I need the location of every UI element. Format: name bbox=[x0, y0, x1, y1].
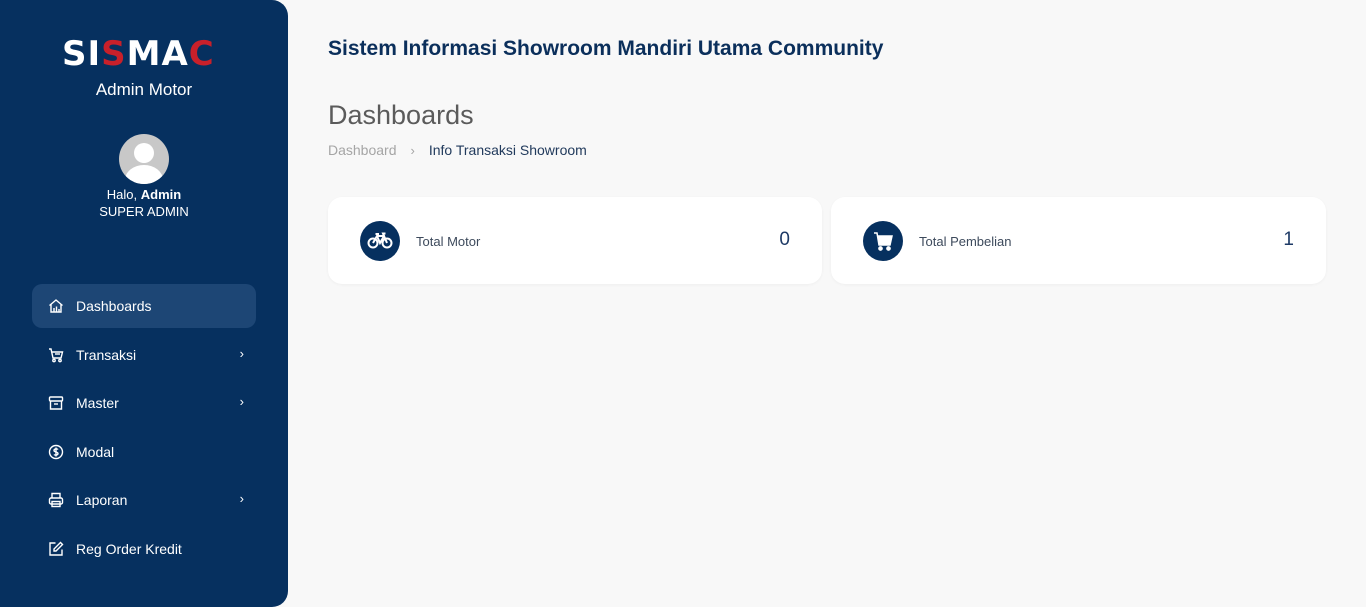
chevron-right-icon: › bbox=[239, 346, 244, 361]
sidebar-item-dashboards[interactable]: Dashboards bbox=[32, 284, 256, 328]
stat-icon-wrapper bbox=[863, 221, 903, 261]
app-title: Sistem Informasi Showroom Mandiri Utama … bbox=[328, 37, 884, 60]
sidebar-item-transaksi[interactable]: Transaksi › bbox=[32, 333, 256, 377]
stat-label: Total Pembelian bbox=[919, 234, 1012, 249]
brand-logo[interactable]: SISMAC bbox=[62, 34, 228, 74]
sidebar-item-label: Transaksi bbox=[76, 347, 137, 363]
chevron-right-icon: › bbox=[239, 394, 244, 409]
stat-value: 1 bbox=[1283, 229, 1294, 250]
sidebar-item-label: Reg Order Kredit bbox=[76, 541, 182, 557]
edit-icon bbox=[49, 541, 64, 556]
sidebar-item-label: Dashboards bbox=[76, 298, 152, 314]
archive-icon bbox=[48, 396, 64, 410]
sidebar-item-reg-order-kredit[interactable]: Reg Order Kredit bbox=[32, 527, 256, 571]
greeting-text: Halo, bbox=[106, 187, 138, 202]
user-role: SUPER ADMIN bbox=[99, 204, 189, 219]
breadcrumb-current: Info Transaksi Showroom bbox=[428, 142, 587, 158]
breadcrumb: Dashboard › Info Transaksi Showroom bbox=[328, 142, 587, 158]
user-name: Admin bbox=[140, 187, 182, 202]
dollar-circle-icon bbox=[48, 444, 64, 460]
stat-card-total-pembelian: Total Pembelian 1 bbox=[831, 197, 1326, 284]
stat-value: 0 bbox=[779, 229, 790, 250]
home-chart-icon bbox=[49, 299, 63, 313]
bicycle-icon bbox=[367, 232, 393, 249]
chevron-right-icon: › bbox=[239, 491, 244, 506]
page-title: Dashboards bbox=[328, 100, 474, 130]
stat-icon-wrapper bbox=[360, 221, 400, 261]
brand-subtitle: Admin Motor bbox=[95, 80, 193, 99]
sidebar: SISMAC Admin Motor Halo, Admin SUPER ADM… bbox=[0, 0, 288, 607]
avatar[interactable] bbox=[119, 134, 169, 184]
sidebar-item-laporan[interactable]: Laporan › bbox=[32, 478, 256, 522]
breadcrumb-home-link[interactable]: Dashboard bbox=[328, 142, 397, 158]
printer-icon bbox=[48, 492, 64, 508]
stat-label: Total Motor bbox=[416, 234, 481, 249]
shopping-cart-icon bbox=[874, 232, 893, 251]
sidebar-item-label: Modal bbox=[76, 444, 115, 460]
sidebar-item-modal[interactable]: Modal bbox=[32, 430, 256, 474]
sidebar-item-label: Master bbox=[76, 395, 119, 411]
avatar-head bbox=[134, 143, 154, 163]
logo-wordmark: SISMAC bbox=[62, 34, 215, 74]
avatar-body bbox=[125, 165, 163, 184]
sidebar-item-label: Laporan bbox=[76, 492, 128, 508]
breadcrumb-separator-icon: › bbox=[410, 142, 415, 158]
user-greeting: Halo, Admin bbox=[0, 187, 288, 203]
sidebar-item-master[interactable]: Master › bbox=[32, 381, 256, 425]
stat-card-total-motor: Total Motor 0 bbox=[328, 197, 822, 284]
cart-icon bbox=[49, 348, 64, 363]
